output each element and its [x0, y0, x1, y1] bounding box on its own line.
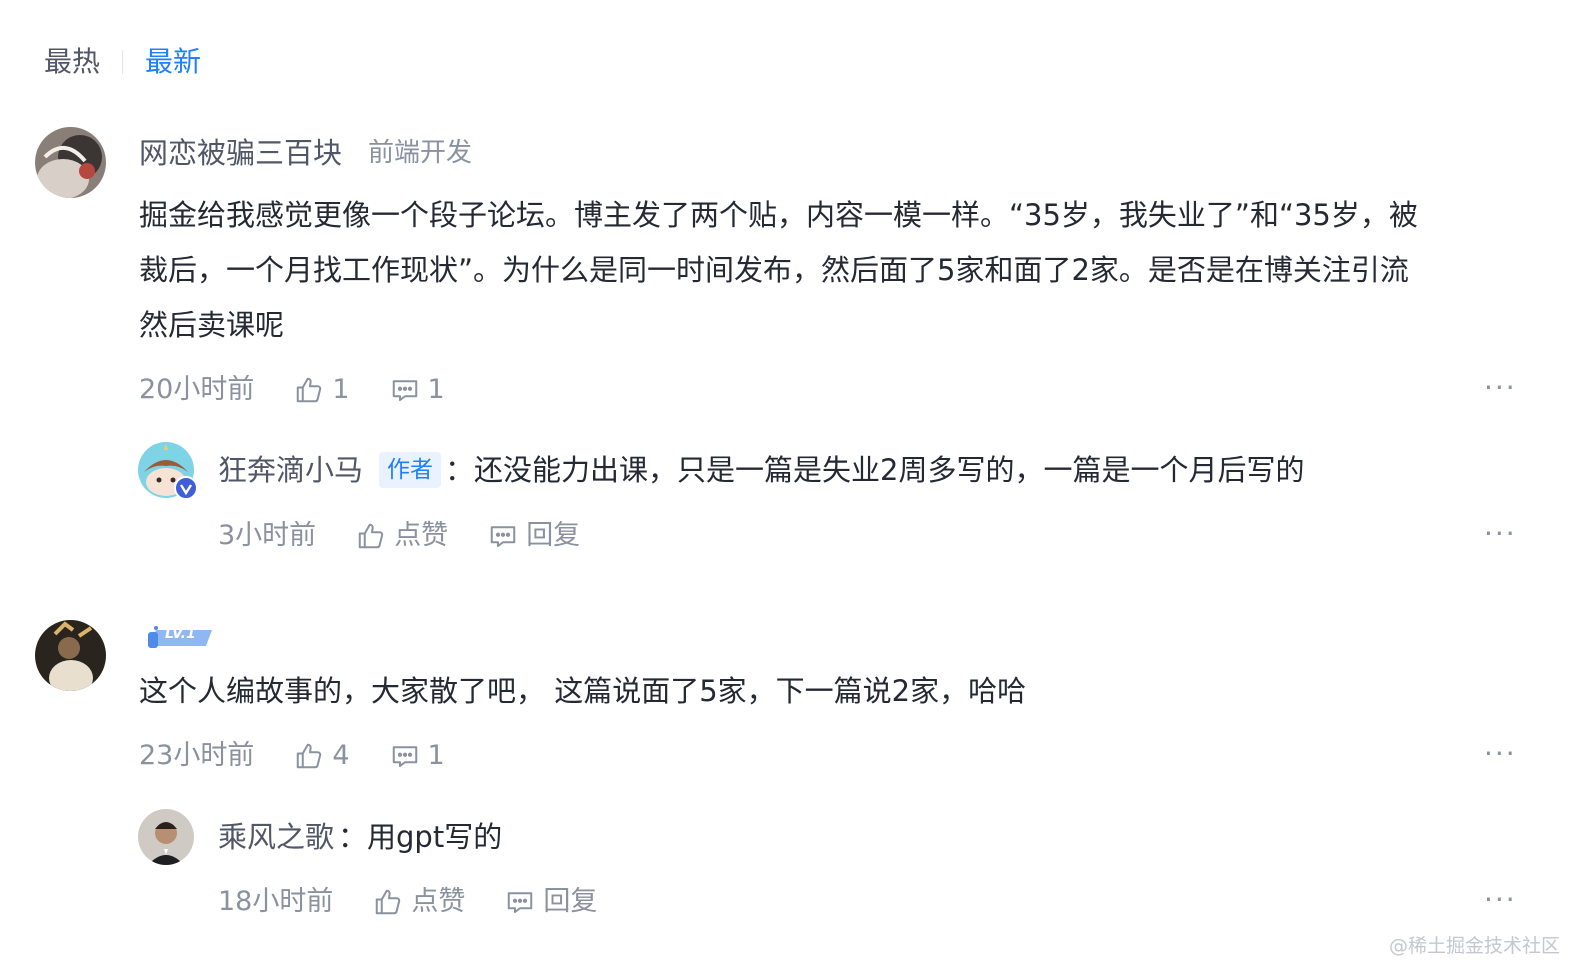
comment-body: 这个人编故事的，大家散了吧， 这篇说面了5家，下一篇说2家，哈哈: [139, 664, 1026, 719]
tab-new[interactable]: 最新: [145, 40, 201, 84]
reply-count: 1: [427, 374, 445, 405]
comment-time: 20小时前: [139, 374, 255, 405]
reply-header: 乘风之歌 ：用gpt写的: [218, 817, 502, 857]
thumb-up-icon: [373, 887, 403, 917]
comment-text-line: 掘金给我感觉更像一个段子论坛。博主发了两个贴，内容一模一样。“35岁，我失业了”…: [139, 198, 1418, 232]
avatar[interactable]: [35, 620, 106, 691]
more-dots-icon[interactable]: ···: [1484, 886, 1517, 914]
reply-label: 回复: [543, 886, 598, 917]
comment-text-line: 裁后，一个月找工作现状”。为什么是同一时间发布，然后面了5家和面了2家。是否是在…: [139, 253, 1409, 287]
sort-tabs: 最热 最新: [44, 40, 201, 84]
more-dots-icon[interactable]: ···: [1484, 520, 1517, 548]
thumb-up-icon: [294, 741, 324, 771]
comment-time: 23小时前: [139, 740, 255, 771]
reply-count: 1: [427, 740, 445, 771]
comment-actions: 20小时前 1 1: [139, 370, 445, 410]
comment-button[interactable]: 1: [390, 736, 445, 776]
reply-actions: 3小时前 点赞 回复: [218, 516, 580, 556]
reply-text: ：用gpt写的: [338, 820, 503, 854]
comment-button[interactable]: 1: [390, 370, 445, 410]
like-button[interactable]: 点赞: [373, 882, 465, 922]
more-dots-icon[interactable]: ···: [1484, 374, 1517, 402]
reply-time: 3小时前: [218, 520, 317, 551]
tab-hot[interactable]: 最热: [44, 40, 100, 84]
comment-text-line: 这个人编故事的，大家散了吧， 这篇说面了5家，下一篇说2家，哈哈: [139, 674, 1027, 708]
reply-button[interactable]: 回复: [488, 516, 580, 556]
like-count: 4: [332, 740, 350, 771]
reply-label: 回复: [526, 520, 581, 551]
comment-body: 掘金给我感觉更像一个段子论坛。博主发了两个贴，内容一模一样。“35岁，我失业了”…: [139, 188, 1418, 353]
comment-header: 网恋被骗三百块 前端开发: [139, 133, 472, 173]
reply-actions: 18小时前 点赞 回复: [218, 882, 597, 922]
reply-text: ：还没能力出课，只是一篇是失业2周多写的，一篇是一个月后写的: [445, 453, 1305, 487]
avatar[interactable]: [138, 809, 194, 865]
reply-username[interactable]: 狂奔滴小马: [218, 450, 363, 490]
comment-bubble-icon: [390, 375, 420, 405]
thumb-up-icon: [294, 375, 324, 405]
user-job-title: 前端开发: [368, 138, 473, 168]
thumb-up-icon: [356, 521, 386, 551]
level-badge: LV.1: [146, 624, 214, 652]
like-button[interactable]: 1: [294, 370, 350, 410]
watermark: @稀土掘金技术社区: [1388, 935, 1560, 957]
comment-bubble-icon: [505, 887, 535, 917]
author-badge: 作者: [379, 452, 442, 488]
tab-divider: [122, 50, 124, 74]
comment-text-line: 然后卖课呢: [139, 308, 285, 342]
like-button[interactable]: 4: [294, 736, 350, 776]
like-label: 点赞: [411, 886, 466, 917]
avatar[interactable]: [35, 127, 106, 198]
comment-actions: 23小时前 4 1: [139, 736, 445, 776]
comment-bubble-icon: [390, 741, 420, 771]
like-label: 点赞: [394, 520, 449, 551]
like-button[interactable]: 点赞: [356, 516, 448, 556]
level-text: LV.1: [165, 626, 196, 642]
avatar[interactable]: [138, 442, 198, 500]
reply-time: 18小时前: [218, 886, 334, 917]
comment-bubble-icon: [488, 521, 518, 551]
more-dots-icon[interactable]: ···: [1484, 740, 1517, 768]
reply-username[interactable]: 乘风之歌: [218, 817, 334, 857]
reply-header: 狂奔滴小马 作者 ：还没能力出课，只是一篇是失业2周多写的，一篇是一个月后写的: [218, 450, 1304, 490]
reply-button[interactable]: 回复: [505, 882, 597, 922]
like-count: 1: [332, 374, 350, 405]
comment-username[interactable]: 网恋被骗三百块: [139, 133, 342, 173]
